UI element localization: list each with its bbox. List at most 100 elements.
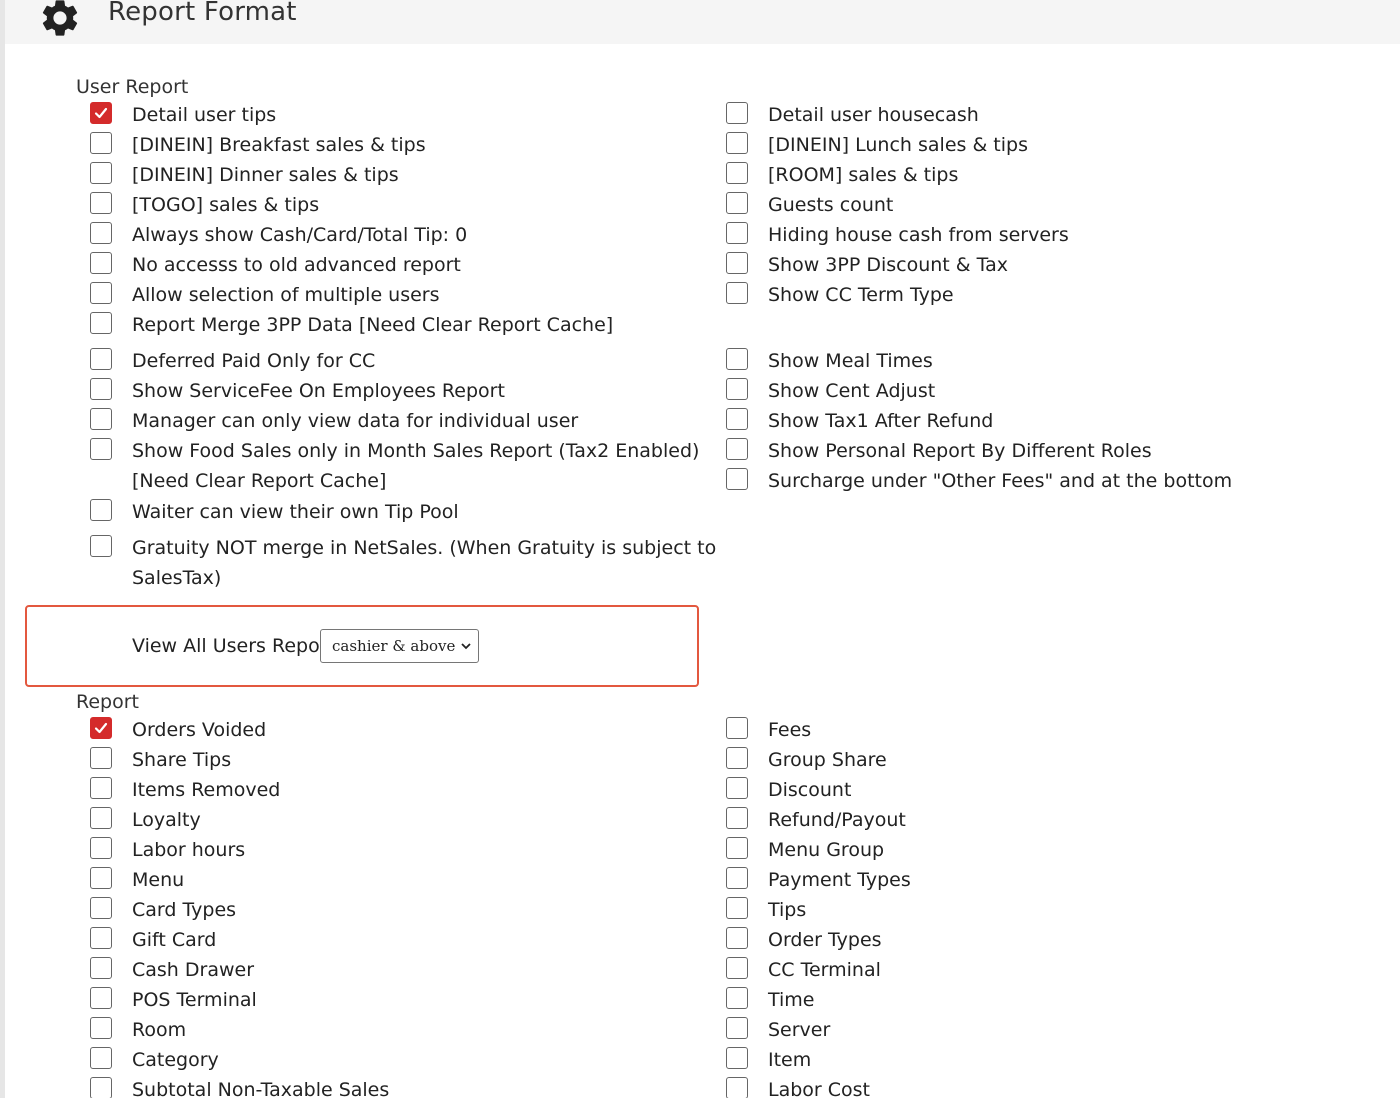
checkbox[interactable] [726,408,748,430]
checkbox-label: Detail user tips [132,104,277,126]
checkbox[interactable] [726,837,748,859]
checkbox[interactable] [90,535,112,557]
checkbox-label: Show 3PP Discount & Tax [768,254,1009,276]
checkbox-label: Room [132,1019,187,1041]
checkbox[interactable] [726,162,748,184]
checkbox-label: Hiding house cash from servers [768,224,1069,246]
checkbox[interactable] [90,252,112,274]
checkbox-label-continued: [Need Clear Report Cache] [132,470,387,492]
checkbox-label: POS Terminal [132,989,257,1011]
checkbox-label: Order Types [768,929,882,951]
checkbox[interactable] [90,927,112,949]
checkbox-label: Always show Cash/Card/Total Tip: 0 [132,224,468,246]
checkbox[interactable] [90,807,112,829]
checkbox-label: Show Food Sales only in Month Sales Repo… [132,440,700,462]
checkbox[interactable] [726,987,748,1009]
checkbox-label: Refund/Payout [768,809,906,831]
checkbox-label: Show ServiceFee On Employees Report [132,380,505,402]
checkbox-label: Show Personal Report By Different Roles [768,440,1152,462]
checkbox[interactable] [726,717,748,739]
checkbox[interactable] [726,957,748,979]
checkbox-label: Discount [768,779,852,801]
checkbox[interactable] [726,927,748,949]
checkbox-label: CC Terminal [768,959,881,981]
checkbox[interactable] [90,282,112,304]
checkbox[interactable] [90,1077,112,1098]
checkbox-label: Labor hours [132,839,246,861]
checkbox[interactable] [90,1047,112,1069]
gear-icon [42,0,78,36]
report-format-page: Report Format User Report Detail user ti… [0,0,1400,1098]
checkbox[interactable] [90,348,112,370]
checkbox-label: Deferred Paid Only for CC [132,350,376,372]
checkbox[interactable] [726,132,748,154]
checkbox-label: Labor Cost [768,1079,871,1098]
checkbox[interactable] [726,282,748,304]
checkbox-label: [DINEIN] Lunch sales & tips [768,134,1028,156]
checkbox[interactable] [90,408,112,430]
checkbox[interactable] [90,717,112,739]
checkbox[interactable] [90,499,112,521]
checkbox-label: Group Share [768,749,887,771]
checkbox[interactable] [90,378,112,400]
checkbox-label: Waiter can view their own Tip Pool [132,501,459,523]
checkbox-label: Time [768,989,815,1011]
checkbox-label: Orders Voided [132,719,267,741]
checkbox[interactable] [90,438,112,460]
checkbox[interactable] [726,897,748,919]
checkbox[interactable] [90,1017,112,1039]
checkbox-label: Cash Drawer [132,959,255,981]
view-all-users-label: View All Users Report [132,635,335,657]
checkbox[interactable] [90,837,112,859]
checkbox-label-continued: SalesTax) [132,567,222,589]
checkbox[interactable] [726,747,748,769]
checkbox[interactable] [726,252,748,274]
checkbox[interactable] [726,807,748,829]
checkbox[interactable] [90,897,112,919]
checkbox-label: Server [768,1019,831,1041]
checkbox[interactable] [90,222,112,244]
chevron-down-icon [461,643,471,650]
checkbox[interactable] [90,312,112,334]
checkbox-label: Fees [768,719,812,741]
checkbox-label: Menu Group [768,839,885,861]
checkbox[interactable] [726,192,748,214]
checkbox-label: Tips [768,899,807,921]
checkmark-icon [94,107,108,119]
checkbox[interactable] [90,957,112,979]
checkbox[interactable] [90,192,112,214]
checkbox-label: Gift Card [132,929,217,951]
view-all-users-selected-value: cashier & above [332,637,456,655]
checkbox[interactable] [90,747,112,769]
checkbox[interactable] [726,777,748,799]
checkbox-label: Manager can only view data for individua… [132,410,579,432]
checkbox-label: [DINEIN] Breakfast sales & tips [132,134,426,156]
checkbox[interactable] [726,1017,748,1039]
checkbox[interactable] [726,222,748,244]
checkbox[interactable] [90,132,112,154]
checkbox[interactable] [726,1047,748,1069]
checkbox[interactable] [90,162,112,184]
checkbox[interactable] [726,1077,748,1098]
view-all-users-select[interactable]: cashier & above [320,629,479,663]
checkbox[interactable] [90,102,112,124]
checkbox-label: Show Tax1 After Refund [768,410,994,432]
checkbox[interactable] [726,867,748,889]
checkbox-label: [TOGO] sales & tips [132,194,320,216]
checkbox-label: Share Tips [132,749,232,771]
checkbox[interactable] [726,468,748,490]
checkbox-label: Payment Types [768,869,911,891]
checkbox-label: No accesss to old advanced report [132,254,461,276]
report-title: Report [76,691,139,713]
checkbox[interactable] [90,867,112,889]
checkbox-label: Show Meal Times [768,350,933,372]
checkbox[interactable] [726,348,748,370]
checkbox[interactable] [90,777,112,799]
checkbox-label: Loyalty [132,809,201,831]
checkbox[interactable] [726,438,748,460]
checkbox-label: Subtotal Non-Taxable Sales [132,1079,390,1098]
checkbox[interactable] [726,378,748,400]
checkbox-label: Items Removed [132,779,281,801]
checkbox[interactable] [90,987,112,1009]
checkbox[interactable] [726,102,748,124]
